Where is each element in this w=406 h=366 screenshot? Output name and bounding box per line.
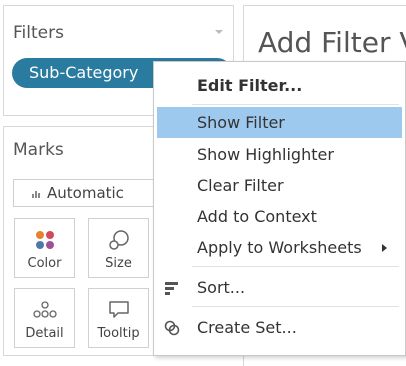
sheet-title[interactable]: Add Filter V bbox=[258, 26, 406, 59]
menu-item-label: Apply to Worksheets bbox=[197, 238, 362, 257]
menu-item-clear-filter[interactable]: Clear Filter bbox=[154, 170, 405, 201]
menu-separator bbox=[192, 306, 399, 307]
menu-separator bbox=[192, 266, 399, 267]
detail-dots-icon bbox=[32, 301, 57, 318]
tooltip-button-label: Tooltip bbox=[97, 326, 140, 341]
filters-title: Filters bbox=[13, 23, 64, 43]
menu-item-show-highlighter[interactable]: Show Highlighter bbox=[154, 139, 405, 170]
marks-title: Marks bbox=[13, 140, 64, 160]
menu-item-label: Show Highlighter bbox=[197, 145, 334, 164]
menu-item-create-set[interactable]: Create Set... bbox=[154, 312, 405, 343]
menu-item-edit-filter[interactable]: Edit Filter... bbox=[154, 70, 405, 101]
mark-type-select[interactable]: Automatic bbox=[13, 179, 154, 207]
detail-button[interactable]: Detail bbox=[14, 288, 75, 348]
bar-chart-icon bbox=[32, 189, 42, 198]
color-button-label: Color bbox=[27, 256, 62, 271]
menu-separator bbox=[192, 104, 399, 105]
menu-item-label: Edit Filter... bbox=[197, 76, 303, 95]
detail-button-label: Detail bbox=[25, 326, 64, 341]
size-button[interactable]: Size bbox=[88, 218, 149, 278]
menu-item-apply-to-worksheets[interactable]: Apply to Worksheets bbox=[154, 232, 405, 263]
filters-dropdown-icon[interactable] bbox=[215, 30, 223, 34]
mark-type-label: Automatic bbox=[47, 184, 124, 202]
marks-card: Marks Automatic Color Size Detail Toolti… bbox=[3, 126, 154, 356]
menu-item-label: Show Filter bbox=[197, 113, 285, 132]
tooltip-speech-icon bbox=[108, 301, 129, 318]
color-button[interactable]: Color bbox=[14, 218, 75, 278]
menu-item-label: Sort... bbox=[197, 278, 246, 297]
menu-item-label: Create Set... bbox=[197, 318, 297, 337]
submenu-arrow-icon bbox=[382, 244, 387, 252]
filter-context-menu: Edit Filter... Show Filter Show Highligh… bbox=[153, 61, 406, 356]
create-set-icon bbox=[164, 320, 180, 336]
color-dots-icon bbox=[35, 231, 54, 249]
menu-item-label: Add to Context bbox=[197, 207, 317, 226]
menu-item-show-filter[interactable]: Show Filter bbox=[157, 107, 402, 138]
size-button-label: Size bbox=[105, 256, 132, 271]
menu-item-label: Clear Filter bbox=[197, 176, 284, 195]
size-circles-icon bbox=[108, 230, 129, 250]
menu-item-sort[interactable]: Sort... bbox=[154, 272, 405, 303]
sort-icon bbox=[165, 282, 178, 295]
menu-item-add-to-context[interactable]: Add to Context bbox=[154, 201, 405, 232]
tooltip-button[interactable]: Tooltip bbox=[88, 288, 149, 348]
